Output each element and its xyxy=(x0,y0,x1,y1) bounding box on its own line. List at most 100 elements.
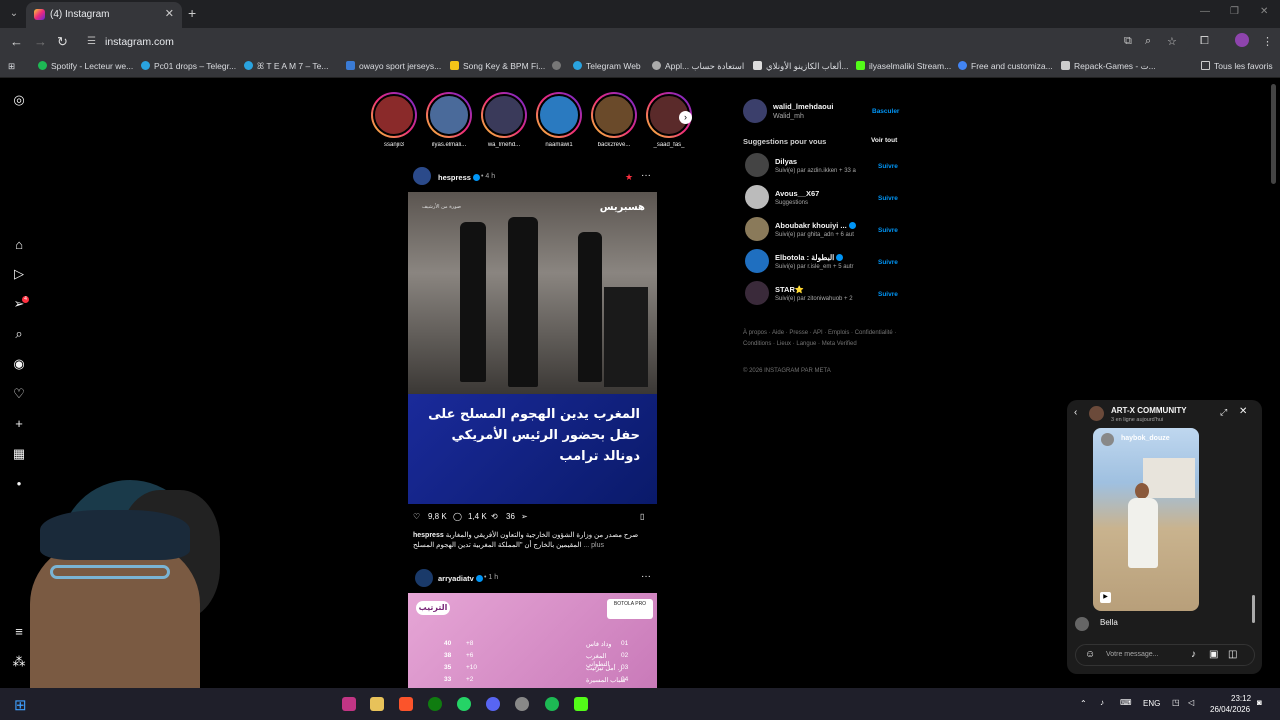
story-item[interactable]: ilyas.elmali... xyxy=(425,92,473,148)
post-options-icon[interactable]: ··· xyxy=(641,170,651,181)
bookmark-item[interactable]: Spotify - Lecteur we... xyxy=(38,61,133,71)
post-username[interactable]: hespress xyxy=(438,173,480,182)
reels-icon[interactable]: ▷ xyxy=(11,266,27,282)
url-text[interactable]: instagram.com xyxy=(105,36,174,48)
language-indicator[interactable]: ENG xyxy=(1143,699,1160,708)
post-media[interactable]: صورة من الأرشيف هسبريس المغرب يدين الهجو… xyxy=(408,192,657,504)
bookmark-item[interactable]: owayo sport jerseys... xyxy=(346,61,441,71)
browser-tab[interactable]: (4) Instagram ✕ xyxy=(26,2,182,28)
install-app-icon[interactable]: ⧉ xyxy=(1124,35,1132,48)
post-avatar[interactable] xyxy=(413,167,431,185)
caption-username[interactable]: hespress xyxy=(413,532,444,539)
home-icon[interactable]: ⌂ xyxy=(11,237,27,253)
instagram-app-icon[interactable] xyxy=(342,697,356,711)
story-item[interactable]: naamawi1 xyxy=(535,92,583,148)
bookmark-item[interactable]: ألعاب الكازينو الأونلاي... xyxy=(753,61,849,72)
address-bar[interactable]: ☰ instagram.com xyxy=(80,32,1190,52)
post-avatar[interactable] xyxy=(415,569,433,587)
bookmark-star-icon[interactable]: ☆ xyxy=(1167,35,1177,48)
file-explorer-icon[interactable] xyxy=(370,697,384,711)
notifications-heart-icon[interactable]: ♡ xyxy=(11,386,27,402)
tray-expand-icon[interactable]: ⌃ xyxy=(1080,699,1087,708)
follow-button[interactable]: Suivre xyxy=(878,195,898,202)
search-icon[interactable]: ⌕ xyxy=(11,326,27,342)
suggestion-avatar[interactable] xyxy=(745,281,769,305)
volume-icon[interactable]: ◁ xyxy=(1188,698,1194,707)
window-close-icon[interactable]: ✕ xyxy=(1260,6,1268,17)
bookmark-item[interactable]: Song Key & BPM Fi... xyxy=(450,61,545,71)
brave-browser-icon[interactable] xyxy=(399,697,413,711)
bookmark-item[interactable]: Free and customiza... xyxy=(958,61,1053,71)
post-options-icon[interactable]: ··· xyxy=(641,571,651,582)
suggestion-avatar[interactable] xyxy=(745,185,769,209)
share-icon[interactable]: ➢ xyxy=(521,512,528,521)
extensions-icon[interactable]: ⧠ xyxy=(1200,35,1209,48)
follow-button[interactable]: Suivre xyxy=(878,291,898,298)
footer-links[interactable]: À propos · Aide · Presse · API · Emplois… xyxy=(743,328,903,349)
shared-reel[interactable]: haybok_douze ▶ xyxy=(1093,428,1199,611)
notification-center-icon[interactable]: ◙ xyxy=(1257,698,1262,707)
suggestion-avatar[interactable] xyxy=(745,249,769,273)
suggestion-avatar[interactable] xyxy=(745,217,769,241)
story-item[interactable]: back2reve... xyxy=(590,92,638,148)
mic-tray-icon[interactable]: ♪ xyxy=(1100,698,1104,707)
suggestion-name[interactable]: Dilyas xyxy=(775,157,797,166)
windows-start-icon[interactable]: ⊞ xyxy=(14,696,27,714)
post-media[interactable]: الترتيب BOTOLA PRO 40 +8 وداد فاس 01 38 +6 ال… xyxy=(408,593,657,688)
all-bookmarks[interactable]: Tous les favoris xyxy=(1201,61,1273,71)
suggestion-avatar[interactable] xyxy=(745,153,769,177)
bookmark-item[interactable]: Repack-Games - ت... xyxy=(1061,61,1156,72)
chat-title[interactable]: ART-X COMMUNITY xyxy=(1111,406,1187,415)
reload-icon[interactable]: ↻ xyxy=(57,34,68,50)
chat-group-avatar[interactable] xyxy=(1089,406,1104,421)
back-icon[interactable]: ← xyxy=(10,34,23,49)
suggestion-name[interactable]: STAR⭐ xyxy=(775,285,804,294)
tab-search-icon[interactable]: ⌄ xyxy=(6,6,22,22)
network-icon[interactable]: ◳ xyxy=(1172,698,1180,707)
chat-back-icon[interactable]: ‹ xyxy=(1074,407,1077,418)
profile-avatar[interactable] xyxy=(1235,33,1249,47)
repost-icon[interactable]: ⟲ xyxy=(491,512,498,521)
post-username[interactable]: arryadiatv xyxy=(438,574,483,583)
site-info-icon[interactable]: ☰ xyxy=(87,36,96,47)
forward-icon[interactable]: → xyxy=(34,34,47,49)
whatsapp-icon[interactable] xyxy=(457,697,471,711)
zoom-icon[interactable]: ⌕ xyxy=(1145,35,1151,48)
xbox-icon[interactable] xyxy=(428,697,442,711)
switch-account-link[interactable]: Basculer xyxy=(872,108,899,115)
message-input[interactable]: ☺ Votre message... ♪ ▣ ◫ xyxy=(1075,644,1255,666)
bookmark-item[interactable]: ilyaselmaliki Stream... xyxy=(856,61,951,71)
emoji-icon[interactable]: ☺ xyxy=(1085,649,1095,660)
bookmark-item[interactable]: Appl... استعادة حساب xyxy=(652,61,744,72)
suggestion-name[interactable]: Avous__X67 xyxy=(775,189,819,198)
bookmark-item[interactable]: Pc01 drops – Telegr... xyxy=(141,61,236,71)
kick-icon[interactable] xyxy=(574,697,588,711)
chrome-icon[interactable] xyxy=(515,697,529,711)
bookmark-item[interactable]: ꕤ T E A M 7 – Te... xyxy=(244,61,329,72)
spotify-icon[interactable] xyxy=(545,697,559,711)
discord-icon[interactable] xyxy=(486,697,500,711)
bookmark-item[interactable] xyxy=(552,61,565,71)
explore-icon[interactable]: ◉ xyxy=(11,356,27,372)
microphone-icon[interactable]: ♪ xyxy=(1191,649,1196,660)
follow-button[interactable]: Suivre xyxy=(878,163,898,170)
story-item[interactable]: wa_lmehd... xyxy=(480,92,528,148)
see-all-link[interactable]: Voir tout xyxy=(871,137,897,144)
save-icon[interactable]: ▯ xyxy=(640,512,644,521)
reel-username[interactable]: haybok_douze xyxy=(1121,435,1170,442)
bookmark-item[interactable]: Telegram Web xyxy=(573,61,641,71)
maximize-icon[interactable]: ❐ xyxy=(1230,6,1239,17)
follow-button[interactable]: Suivre xyxy=(878,227,898,234)
keyboard-icon[interactable]: ⌨ xyxy=(1120,698,1132,707)
caption-more-link[interactable]: ... plus xyxy=(583,542,604,549)
my-avatar[interactable] xyxy=(743,99,767,123)
apps-icon[interactable]: ⊞ xyxy=(8,61,15,72)
reel-play-icon[interactable]: ▶ xyxy=(1100,592,1111,603)
like-icon[interactable]: ♡ xyxy=(413,512,420,521)
clock-time[interactable]: 23:12 xyxy=(1231,694,1251,703)
chat-scrollbar[interactable] xyxy=(1252,595,1255,623)
comment-icon[interactable]: ◯ xyxy=(453,512,462,521)
new-tab-icon[interactable]: + xyxy=(188,5,196,21)
page-scrollbar[interactable] xyxy=(1271,84,1276,184)
stories-next-icon[interactable]: › xyxy=(679,111,692,124)
